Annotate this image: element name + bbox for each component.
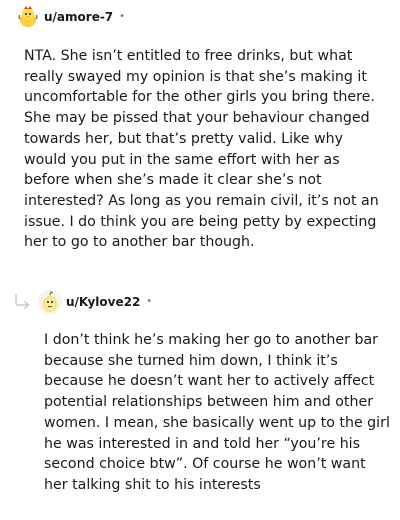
lemon-snoo-avatar-icon[interactable] [38,290,62,314]
separator-dot: • [146,296,153,307]
separator-dot: • [119,11,126,22]
comment-username[interactable]: u/amore-7 [44,10,113,24]
comment-body: NTA. She isn’t entitled to free drinks, … [24,48,379,251]
reply-arrow-icon [15,294,30,309]
comment-body: I don’t think he’s making her go to anot… [44,332,390,493]
comment-author-row: u/Kylove22 • [38,288,152,316]
chick-snoo-avatar-icon[interactable] [16,5,40,29]
comment-username[interactable]: u/Kylove22 [66,295,140,309]
comment-author-row: u/amore-7 • [16,3,125,31]
